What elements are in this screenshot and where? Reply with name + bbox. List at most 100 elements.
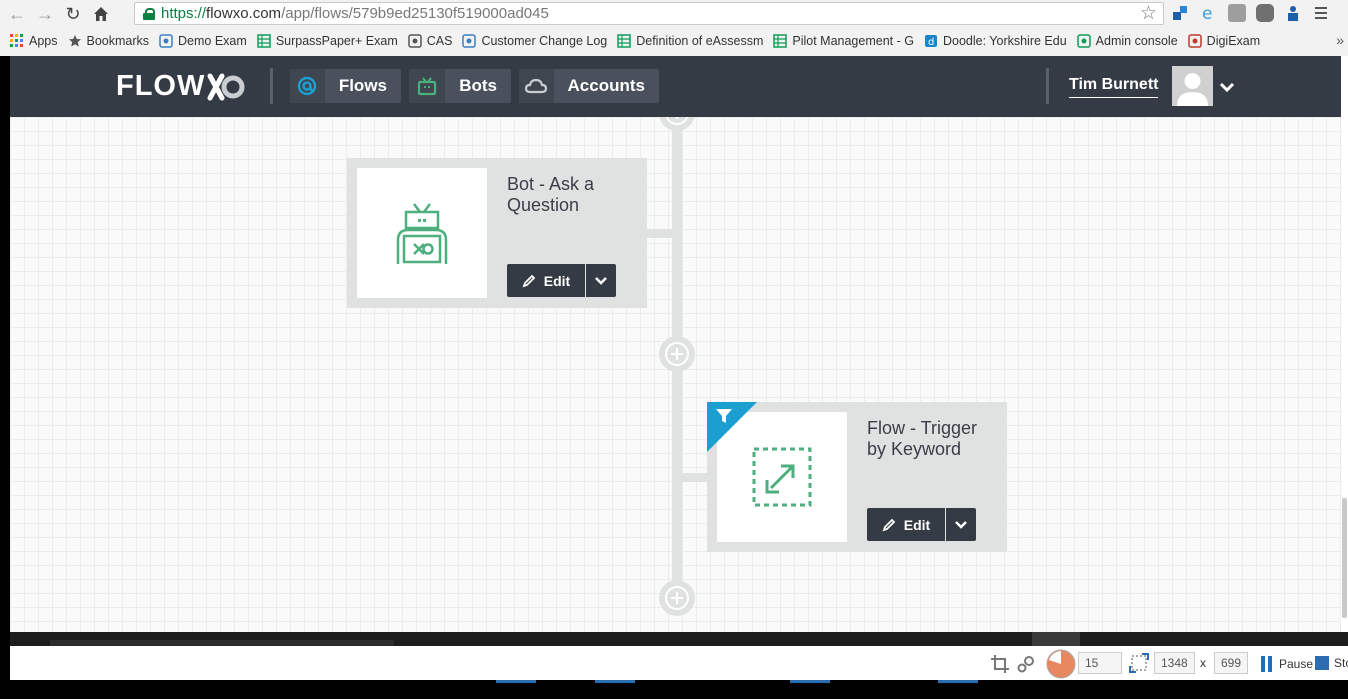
bookmark-item[interactable]: Customer Change Log bbox=[462, 34, 607, 48]
recorder-toolbar: 15 1348 x 699 Pause Sto bbox=[10, 646, 1348, 680]
user-name-link[interactable]: Tim Burnett bbox=[1069, 76, 1159, 98]
height-input[interactable]: 699 bbox=[1214, 652, 1249, 674]
chevron-down-icon bbox=[955, 520, 967, 529]
card-title: Bot - Ask a Question bbox=[507, 174, 595, 215]
bookmarks-overflow-button[interactable]: » bbox=[1336, 32, 1344, 48]
browser-toolbar: ← → ↻ https://flowxo.com/app/flows/579b9… bbox=[0, 0, 1348, 28]
pause-button[interactable]: Pause bbox=[1260, 656, 1313, 672]
bookmark-label: DigiExam bbox=[1206, 34, 1261, 48]
step-card-bot-ask-question[interactable]: Bot - Ask a Question Edit bbox=[347, 158, 647, 308]
bookmark-item[interactable]: SurpassPaper+ Exam bbox=[257, 34, 398, 48]
bookmark-label: Bookmarks bbox=[86, 34, 150, 48]
stop-button[interactable]: Sto bbox=[1315, 656, 1348, 670]
download-extension-icon[interactable] bbox=[1228, 4, 1246, 22]
card-options-dropdown[interactable] bbox=[946, 508, 976, 541]
bot-icon bbox=[409, 69, 446, 103]
sheet-icon bbox=[617, 34, 631, 48]
chevron-down-icon[interactable] bbox=[1218, 78, 1236, 96]
exam-icon bbox=[159, 34, 173, 48]
nav-tab-flows[interactable]: Flows bbox=[290, 69, 401, 103]
resize-icon[interactable] bbox=[1128, 652, 1150, 674]
settings-gears-icon[interactable] bbox=[1016, 654, 1036, 674]
record-timer-icon[interactable] bbox=[1046, 649, 1076, 679]
star-icon bbox=[68, 34, 82, 48]
home-icon[interactable] bbox=[90, 3, 112, 25]
exam-icon bbox=[462, 34, 477, 48]
taskbar-indicator bbox=[938, 680, 978, 683]
card-actions: Edit bbox=[507, 264, 616, 297]
nav-tab-flows-label: Flows bbox=[338, 76, 387, 95]
bookmark-item[interactable]: DigiExam bbox=[1187, 34, 1261, 48]
avatar[interactable] bbox=[1172, 66, 1213, 106]
bookmark-label: Apps bbox=[29, 34, 58, 48]
extension-icons: e bbox=[1172, 4, 1330, 24]
svg-text:e: e bbox=[1202, 4, 1212, 22]
scrollbar-thumb[interactable] bbox=[1342, 498, 1347, 618]
bookmark-item[interactable]: Apps bbox=[10, 34, 58, 48]
bookmark-item[interactable]: d Doodle: Yorkshire Edu bbox=[924, 34, 1067, 48]
url-scheme: https:// bbox=[161, 5, 207, 22]
flow-canvas[interactable]: Bot - Ask a Question Edit Flow - Trigger… bbox=[10, 117, 1341, 632]
menu-icon[interactable] bbox=[1312, 4, 1330, 22]
add-step-node-top[interactable] bbox=[659, 117, 695, 131]
svg-text:d: d bbox=[928, 37, 934, 48]
bookmark-label: Pilot Management - G bbox=[792, 34, 914, 48]
add-step-node-middle[interactable] bbox=[659, 336, 695, 372]
pocket-extension-icon[interactable] bbox=[1256, 4, 1274, 22]
nav-tab-bots-label: Bots bbox=[459, 76, 497, 95]
sheet-icon bbox=[773, 34, 788, 48]
apps-grid-icon bbox=[10, 34, 24, 48]
header-divider bbox=[270, 68, 273, 104]
pause-icon bbox=[1260, 656, 1274, 672]
stop-icon bbox=[1315, 656, 1329, 670]
bookmark-item[interactable]: Demo Exam bbox=[159, 34, 247, 48]
step-card-flow-trigger-keyword[interactable]: Flow - Trigger by Keyword Edit bbox=[707, 402, 1007, 552]
width-value: 1348 bbox=[1154, 652, 1195, 674]
edit-button-label: Edit bbox=[543, 272, 571, 289]
stop-label: Sto bbox=[1334, 656, 1348, 670]
width-input[interactable]: 1348 bbox=[1154, 652, 1195, 674]
trigger-arrows-icon bbox=[752, 447, 812, 507]
back-icon[interactable]: ← bbox=[6, 3, 28, 25]
edge-icon[interactable]: e bbox=[1200, 4, 1218, 24]
address-bar[interactable]: https://flowxo.com/app/flows/579b9ed2513… bbox=[134, 2, 1164, 25]
card-icon-box bbox=[357, 168, 487, 298]
bookmark-star-icon[interactable]: ☆ bbox=[1140, 3, 1157, 24]
bookmark-item[interactable]: Pilot Management - G bbox=[773, 34, 914, 48]
edit-button[interactable]: Edit bbox=[507, 264, 585, 297]
bookmark-label: Demo Exam bbox=[178, 34, 247, 48]
robot-icon bbox=[396, 203, 448, 264]
crop-icon[interactable] bbox=[990, 654, 1010, 674]
extension-blue-squares-icon[interactable] bbox=[1172, 4, 1190, 22]
bookmark-item[interactable]: Bookmarks bbox=[68, 34, 150, 48]
url-text: https://flowxo.com/app/flows/579b9ed2513… bbox=[161, 5, 549, 22]
bookmark-item[interactable]: Admin console bbox=[1076, 34, 1178, 48]
reload-icon[interactable]: ↻ bbox=[62, 3, 84, 25]
bookmark-label: SurpassPaper+ Exam bbox=[275, 34, 398, 48]
taskbar-strip bbox=[10, 632, 1348, 646]
bookmark-label: Doodle: Yorkshire Edu bbox=[942, 34, 1067, 48]
app-header: FLOW Flows Bots Accounts Tim Burnett bbox=[10, 56, 1341, 117]
height-value: 699 bbox=[1214, 652, 1249, 674]
bookmark-item[interactable]: Definition of eAssessm bbox=[617, 34, 763, 48]
taskbar-indicator bbox=[595, 680, 635, 683]
card-actions: Edit bbox=[867, 508, 976, 541]
accessibility-extension-icon[interactable] bbox=[1284, 4, 1302, 22]
forward-icon[interactable]: → bbox=[34, 3, 56, 25]
url-path: /app/flows/579b9ed25130f519000ad045 bbox=[281, 5, 549, 22]
fps-input[interactable]: 15 bbox=[1078, 652, 1122, 674]
bookmark-item[interactable]: CAS bbox=[408, 34, 452, 48]
logo-xo-mark bbox=[207, 72, 245, 102]
nav-tab-bots[interactable]: Bots bbox=[409, 69, 511, 103]
edit-button[interactable]: Edit bbox=[867, 508, 945, 541]
flowxo-logo[interactable]: FLOW bbox=[116, 70, 245, 103]
digiexam-icon bbox=[1187, 34, 1202, 48]
pencil-icon bbox=[522, 274, 536, 287]
nav-tab-accounts[interactable]: Accounts bbox=[519, 69, 659, 103]
plus-circle-icon bbox=[665, 117, 689, 125]
bookmarks-bar: Apps Bookmarks Demo Exam SurpassPaper+ Exam… bbox=[0, 30, 1348, 52]
add-step-node-bottom[interactable] bbox=[659, 580, 695, 616]
card-options-dropdown[interactable] bbox=[586, 264, 616, 297]
dimension-separator: x bbox=[1200, 656, 1206, 670]
bookmark-label: Customer Change Log bbox=[481, 34, 608, 48]
